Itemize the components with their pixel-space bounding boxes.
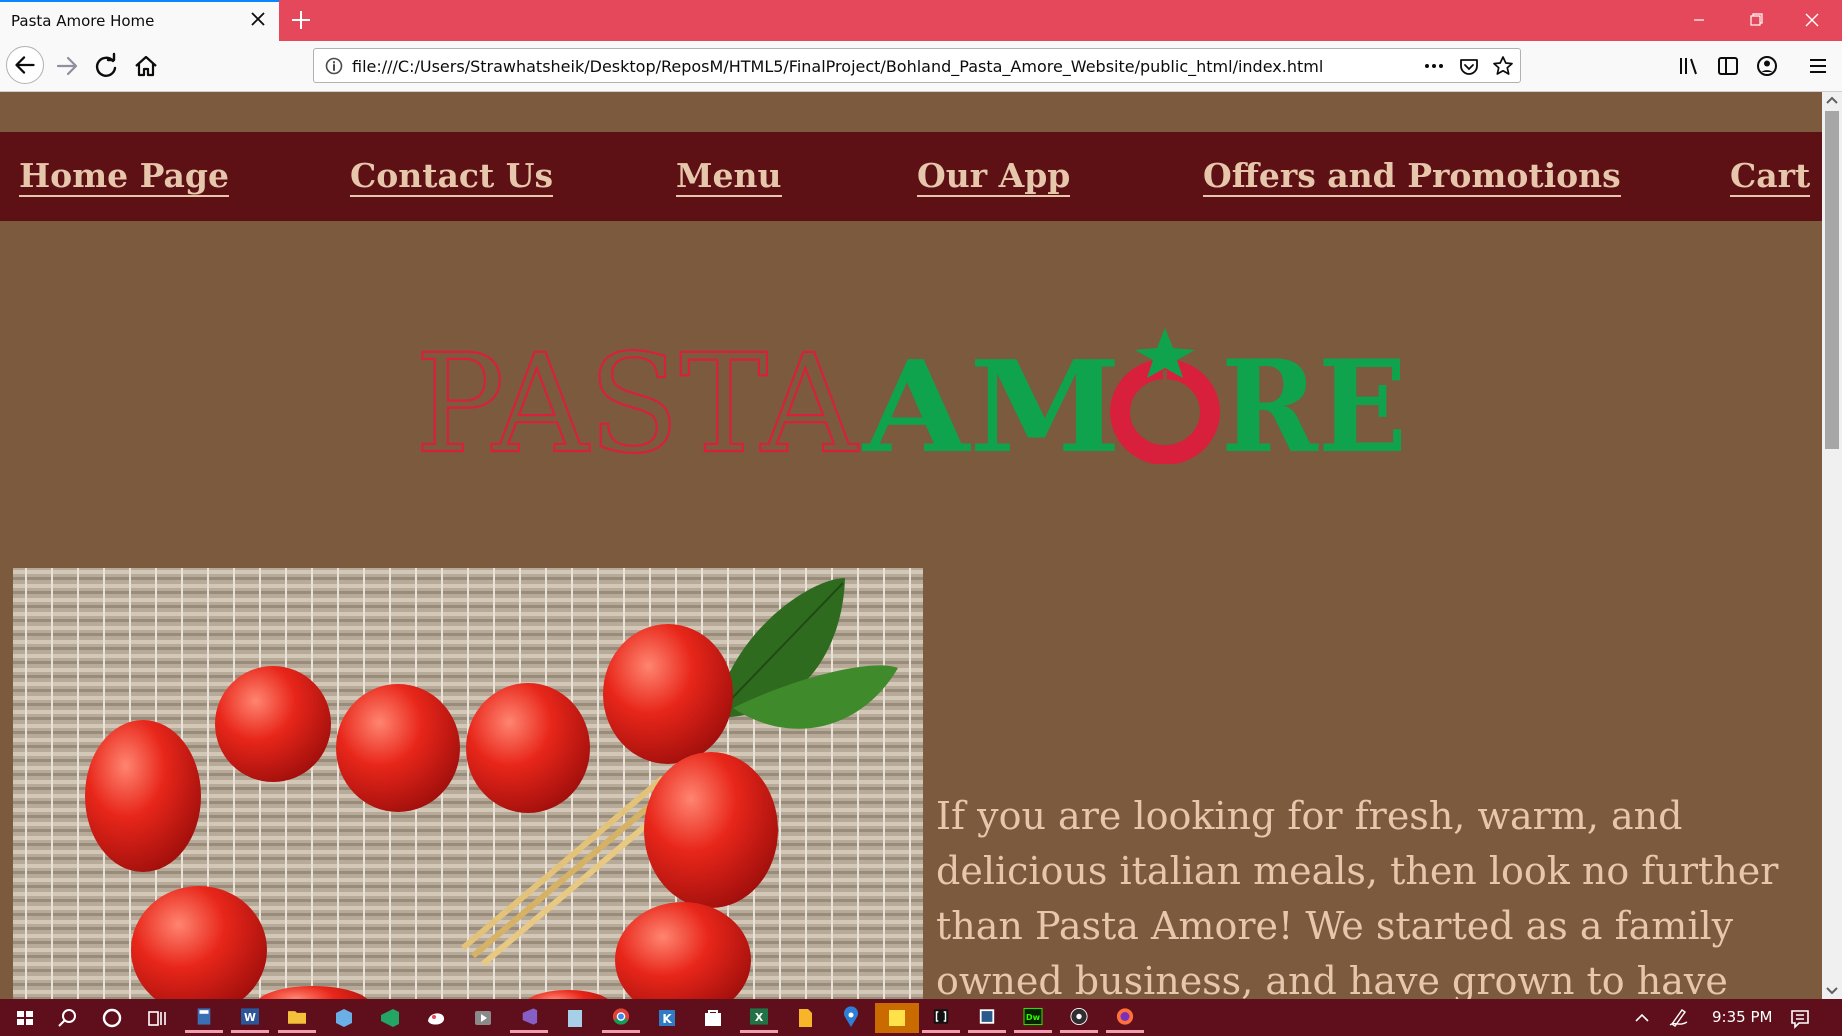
excel-icon[interactable]: X <box>740 1003 778 1033</box>
nav-link-home[interactable]: Home Page <box>19 158 229 197</box>
paint3d-icon[interactable] <box>417 1003 455 1033</box>
action-center-icon[interactable] <box>1787 1005 1813 1031</box>
word-icon[interactable]: W <box>231 1003 269 1033</box>
library-icon[interactable] <box>1672 49 1706 83</box>
close-tab-icon[interactable] <box>247 8 269 30</box>
tomato-o-icon <box>1110 328 1220 464</box>
bookmark-star-icon[interactable] <box>1492 55 1514 77</box>
windows-taskbar: W K X Dw 9:35 PM <box>0 999 1842 1036</box>
site-navigation: Home Page Contact Us Menu Our App Offers… <box>0 132 1822 221</box>
pocket-icon[interactable] <box>1458 55 1480 77</box>
calculator-icon[interactable] <box>185 1003 223 1033</box>
info-icon[interactable] <box>324 56 344 76</box>
hamburger-menu-icon[interactable] <box>1801 49 1835 83</box>
pen-workspace-icon[interactable] <box>1667 1005 1691 1029</box>
logo-word-pasta: PASTA <box>415 326 859 464</box>
browser-toolbar: file:///C:/Users/Strawhatsheik/Desktop/R… <box>0 41 1842 92</box>
scroll-thumb[interactable] <box>1825 111 1839 449</box>
svg-text:X: X <box>755 1011 764 1024</box>
visual-studio-icon[interactable] <box>510 1003 548 1033</box>
scroll-up-icon[interactable] <box>1822 92 1842 109</box>
nav-link-offers[interactable]: Offers and Promotions <box>1203 158 1621 197</box>
maps-icon[interactable] <box>832 1003 870 1033</box>
nav-link-menu[interactable]: Menu <box>676 158 782 197</box>
file-explorer-icon[interactable] <box>278 1003 316 1033</box>
movies-icon[interactable] <box>464 1003 502 1033</box>
new-tab-icon[interactable] <box>289 8 313 32</box>
search-icon[interactable] <box>48 1003 86 1033</box>
scroll-down-icon[interactable] <box>1822 982 1842 999</box>
logo-word-am: AM <box>862 333 1121 464</box>
tab-title: Pasta Amore Home <box>11 12 155 30</box>
firefox-icon[interactable] <box>1106 1003 1144 1033</box>
sticky-notes-icon[interactable] <box>875 1003 919 1033</box>
back-arrow-icon[interactable] <box>6 46 44 84</box>
terminal-icon[interactable] <box>968 1003 1006 1033</box>
cortana-icon[interactable] <box>93 1003 131 1033</box>
url-text: file:///C:/Users/Strawhatsheik/Desktop/R… <box>352 57 1324 76</box>
logo-word-re: RE <box>1221 333 1407 464</box>
dreamweaver-icon[interactable]: Dw <box>1014 1003 1052 1033</box>
forward-arrow-icon[interactable] <box>50 49 84 83</box>
page-actions-icon[interactable] <box>1422 55 1446 77</box>
page-scrollbar[interactable] <box>1822 92 1842 999</box>
chrome-icon[interactable] <box>602 1003 640 1033</box>
nav-link-app[interactable]: Our App <box>917 158 1071 197</box>
windows-start-icon[interactable] <box>6 1003 44 1033</box>
home-icon[interactable] <box>129 49 163 83</box>
account-icon[interactable] <box>1750 49 1784 83</box>
intro-paragraph: If you are looking for fresh, warm, and … <box>936 794 1779 999</box>
browser-tab[interactable]: Pasta Amore Home <box>0 0 279 41</box>
close-window-icon[interactable] <box>1789 6 1835 34</box>
svg-text:W: W <box>244 1011 256 1024</box>
notepad-icon[interactable] <box>556 1003 594 1033</box>
minimize-icon[interactable] <box>1676 6 1722 34</box>
restore-icon[interactable] <box>1733 6 1779 34</box>
visual-studio-code-icon[interactable] <box>371 1003 409 1033</box>
address-bar[interactable]: file:///C:/Users/Strawhatsheik/Desktop/R… <box>313 48 1521 83</box>
tab-strip: Pasta Amore Home <box>0 0 1842 41</box>
files-icon[interactable] <box>786 1003 824 1033</box>
svg-text:Dw: Dw <box>1026 1012 1041 1022</box>
svg-text:K: K <box>662 1012 672 1026</box>
pasta-amore-logo: PASTA AM RE <box>415 326 1407 464</box>
sidebar-icon[interactable] <box>1711 49 1745 83</box>
task-view-icon[interactable] <box>138 1003 176 1033</box>
nav-link-contact[interactable]: Contact Us <box>350 158 554 197</box>
taskbar-clock[interactable]: 9:35 PM <box>1712 1008 1772 1026</box>
tomatoes-photo <box>13 568 923 999</box>
reload-icon[interactable] <box>89 49 123 83</box>
kotlin-icon[interactable]: K <box>648 1003 686 1033</box>
page-content: Home Page Contact Us Menu Our App Offers… <box>0 92 1822 999</box>
3d-viewer-icon[interactable] <box>325 1003 363 1033</box>
brackets-icon[interactable] <box>922 1003 960 1033</box>
show-hidden-icons-icon[interactable] <box>1632 1008 1652 1028</box>
nav-link-cart[interactable]: Cart <box>1730 158 1811 197</box>
store-icon[interactable] <box>694 1003 732 1033</box>
obs-icon[interactable] <box>1060 1003 1098 1033</box>
